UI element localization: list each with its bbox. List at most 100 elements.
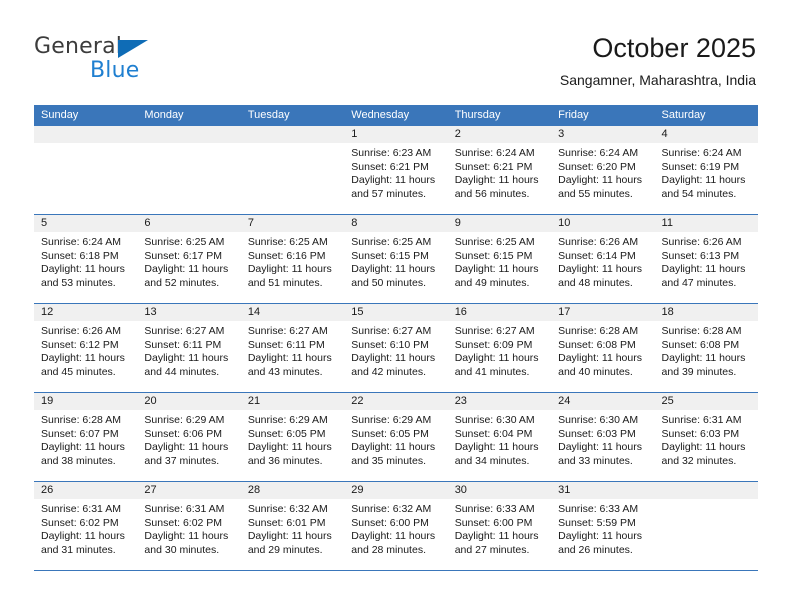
day-cell[interactable]: 19 Sunrise: 6:28 AM Sunset: 6:07 PM Dayligh… (34, 393, 138, 481)
day-info: Sunrise: 6:33 AM Sunset: 5:59 PM Daylight:… (551, 499, 654, 557)
day-cell[interactable]: 22 Sunrise: 6:29 AM Sunset: 6:05 PM Dayligh… (344, 393, 448, 481)
sunset-text: Sunset: 6:21 PM (351, 160, 429, 173)
day-cell[interactable]: 28 Sunrise: 6:32 AM Sunset: 6:01 PM Dayligh… (240, 482, 345, 570)
daylight-text-line2: and 53 minutes. (41, 276, 116, 289)
day-cell[interactable]: 14 Sunrise: 6:27 AM Sunset: 6:11 PM Dayligh… (240, 304, 345, 392)
day-number: 7 (240, 215, 345, 232)
sunset-text: Sunset: 6:11 PM (247, 338, 325, 351)
day-info: Sunrise: 6:30 AM Sunset: 6:04 PM Daylight:… (448, 410, 551, 468)
day-cell[interactable]: 29 Sunrise: 6:32 AM Sunset: 6:00 PM Dayligh… (344, 482, 448, 570)
sunset-text: Sunset: 6:02 PM (144, 516, 223, 529)
sunset-text: Sunset: 6:04 PM (454, 427, 533, 440)
day-number (654, 482, 758, 499)
day-number (34, 126, 138, 143)
day-info: Sunrise: 6:27 AM Sunset: 6:11 PM Daylight:… (241, 321, 344, 379)
logo-triangle-icon (118, 40, 148, 58)
day-number: 28 (240, 482, 345, 499)
sunrise-text: Sunrise: 6:32 AM (247, 503, 328, 515)
day-info: Sunrise: 6:29 AM Sunset: 6:06 PM Daylight:… (137, 410, 240, 468)
daylight-text-line1: Daylight: 11 hours (247, 530, 332, 542)
day-cell[interactable]: 16 Sunrise: 6:27 AM Sunset: 6:09 PM Dayligh… (447, 304, 552, 392)
day-cell[interactable]: 30 Sunrise: 6:33 AM Sunset: 6:00 PM Dayligh… (447, 482, 552, 570)
day-cell[interactable]: 24 Sunrise: 6:30 AM Sunset: 6:03 PM Dayligh… (551, 393, 655, 481)
sunrise-text: Sunrise: 6:31 AM (144, 503, 225, 515)
day-cell[interactable]: 20 Sunrise: 6:29 AM Sunset: 6:06 PM Dayligh… (137, 393, 241, 481)
daylight-text-line2: and 47 minutes. (661, 276, 737, 289)
daylight-text-line1: Daylight: 11 hours (558, 263, 642, 275)
day-info: Sunrise: 6:30 AM Sunset: 6:03 PM Daylight:… (551, 410, 654, 468)
day-cell[interactable]: 7 Sunrise: 6:25 AM Sunset: 6:16 PM Daylight… (240, 215, 345, 303)
day-cell[interactable]: 1 Sunrise: 6:23 AM Sunset: 6:21 PM Daylight… (344, 126, 448, 214)
day-number: 29 (344, 482, 448, 499)
day-info: Sunrise: 6:31 AM Sunset: 6:02 PM Daylight:… (137, 499, 240, 557)
daylight-text-line2: and 31 minutes. (41, 543, 116, 556)
day-cell[interactable]: 18 Sunrise: 6:28 AM Sunset: 6:08 PM Dayligh… (654, 304, 758, 392)
daylight-text-line2: and 50 minutes. (351, 276, 426, 289)
daylight-text-line1: Daylight: 11 hours (144, 441, 229, 453)
day-number: 27 (137, 482, 241, 499)
general-blue-logo[interactable]: General Blue (34, 34, 254, 86)
day-cell[interactable]: 12 Sunrise: 6:26 AM Sunset: 6:12 PM Dayligh… (34, 304, 138, 392)
day-cell-empty (34, 126, 138, 214)
sunrise-text: Sunrise: 6:33 AM (454, 503, 535, 515)
day-info: Sunrise: 6:25 AM Sunset: 6:15 PM Daylight:… (448, 232, 551, 290)
sunrise-text: Sunrise: 6:29 AM (247, 414, 328, 426)
grid-bottom-rule (34, 570, 758, 571)
day-cell[interactable]: 17 Sunrise: 6:28 AM Sunset: 6:08 PM Dayligh… (551, 304, 655, 392)
day-cell[interactable]: 4 Sunrise: 6:24 AM Sunset: 6:19 PM Daylight… (654, 126, 758, 214)
sunrise-text: Sunrise: 6:30 AM (454, 414, 535, 426)
daylight-text-line1: Daylight: 11 hours (558, 174, 642, 186)
day-cell[interactable]: 11 Sunrise: 6:26 AM Sunset: 6:13 PM Dayligh… (654, 215, 758, 303)
day-cell[interactable]: 26 Sunrise: 6:31 AM Sunset: 6:02 PM Dayligh… (34, 482, 138, 570)
sunrise-text: Sunrise: 6:29 AM (351, 414, 432, 426)
sunrise-text: Sunrise: 6:29 AM (144, 414, 225, 426)
day-cell[interactable]: 3 Sunrise: 6:24 AM Sunset: 6:20 PM Daylight… (551, 126, 655, 214)
day-cell[interactable]: 2 Sunrise: 6:24 AM Sunset: 6:21 PM Daylight… (447, 126, 552, 214)
day-info: Sunrise: 6:27 AM Sunset: 6:11 PM Daylight:… (137, 321, 240, 379)
day-cell[interactable]: 8 Sunrise: 6:25 AM Sunset: 6:15 PM Daylight… (344, 215, 448, 303)
day-number: 1 (344, 126, 448, 143)
day-cell[interactable]: 13 Sunrise: 6:27 AM Sunset: 6:11 PM Dayligh… (137, 304, 241, 392)
day-cell[interactable]: 6 Sunrise: 6:25 AM Sunset: 6:17 PM Daylight… (137, 215, 241, 303)
daylight-text-line2: and 32 minutes. (661, 454, 737, 467)
page-subtitle: Sangamner, Maharashtra, India (559, 72, 756, 88)
day-number: 22 (344, 393, 448, 410)
day-info: Sunrise: 6:28 AM Sunset: 6:08 PM Daylight:… (655, 321, 758, 379)
sunset-text: Sunset: 6:12 PM (41, 338, 119, 351)
sunset-text: Sunset: 6:21 PM (454, 160, 533, 173)
day-cell[interactable]: 31 Sunrise: 6:33 AM Sunset: 5:59 PM Dayligh… (551, 482, 655, 570)
day-info: Sunrise: 6:25 AM Sunset: 6:17 PM Daylight:… (137, 232, 240, 290)
sunrise-text: Sunrise: 6:25 AM (454, 236, 535, 248)
day-cell[interactable]: 25 Sunrise: 6:31 AM Sunset: 6:03 PM Dayligh… (654, 393, 758, 481)
sunset-text: Sunset: 6:02 PM (41, 516, 119, 529)
sunset-text: Sunset: 6:14 PM (558, 249, 636, 262)
daylight-text-line1: Daylight: 11 hours (661, 174, 746, 186)
sunset-text: Sunset: 6:08 PM (558, 338, 636, 351)
daylight-text-line1: Daylight: 11 hours (454, 530, 539, 542)
day-info: Sunrise: 6:28 AM Sunset: 6:08 PM Daylight:… (551, 321, 654, 379)
sunset-text: Sunset: 6:01 PM (247, 516, 326, 529)
day-cell[interactable]: 15 Sunrise: 6:27 AM Sunset: 6:10 PM Dayligh… (344, 304, 448, 392)
day-cell[interactable]: 9 Sunrise: 6:25 AM Sunset: 6:15 PM Daylight… (447, 215, 552, 303)
day-info: Sunrise: 6:24 AM Sunset: 6:20 PM Daylight:… (551, 143, 654, 201)
day-cell-empty (240, 126, 345, 214)
sunrise-text: Sunrise: 6:31 AM (41, 503, 121, 515)
day-info: Sunrise: 6:33 AM Sunset: 6:00 PM Daylight:… (448, 499, 551, 557)
day-cell[interactable]: 10 Sunrise: 6:26 AM Sunset: 6:14 PM Dayligh… (551, 215, 655, 303)
daylight-text-line1: Daylight: 11 hours (661, 263, 746, 275)
day-number: 8 (344, 215, 448, 232)
day-number: 17 (551, 304, 655, 321)
day-cell[interactable]: 5 Sunrise: 6:24 AM Sunset: 6:18 PM Daylight… (34, 215, 138, 303)
sunset-text: Sunset: 6:10 PM (351, 338, 429, 351)
sunrise-text: Sunrise: 6:26 AM (558, 236, 639, 248)
sunset-text: Sunset: 6:18 PM (41, 249, 119, 262)
daylight-text-line1: Daylight: 11 hours (351, 441, 436, 453)
day-cell[interactable]: 23 Sunrise: 6:30 AM Sunset: 6:04 PM Dayligh… (447, 393, 552, 481)
day-number (137, 126, 241, 143)
day-cell[interactable]: 21 Sunrise: 6:29 AM Sunset: 6:05 PM Dayligh… (240, 393, 345, 481)
title-block: October 2025 Sangamner, Maharashtra, Ind… (316, 32, 756, 89)
daylight-text-line1: Daylight: 11 hours (661, 441, 746, 453)
day-number: 6 (137, 215, 241, 232)
day-cell[interactable]: 27 Sunrise: 6:31 AM Sunset: 6:02 PM Dayligh… (137, 482, 241, 570)
day-number: 4 (654, 126, 758, 143)
